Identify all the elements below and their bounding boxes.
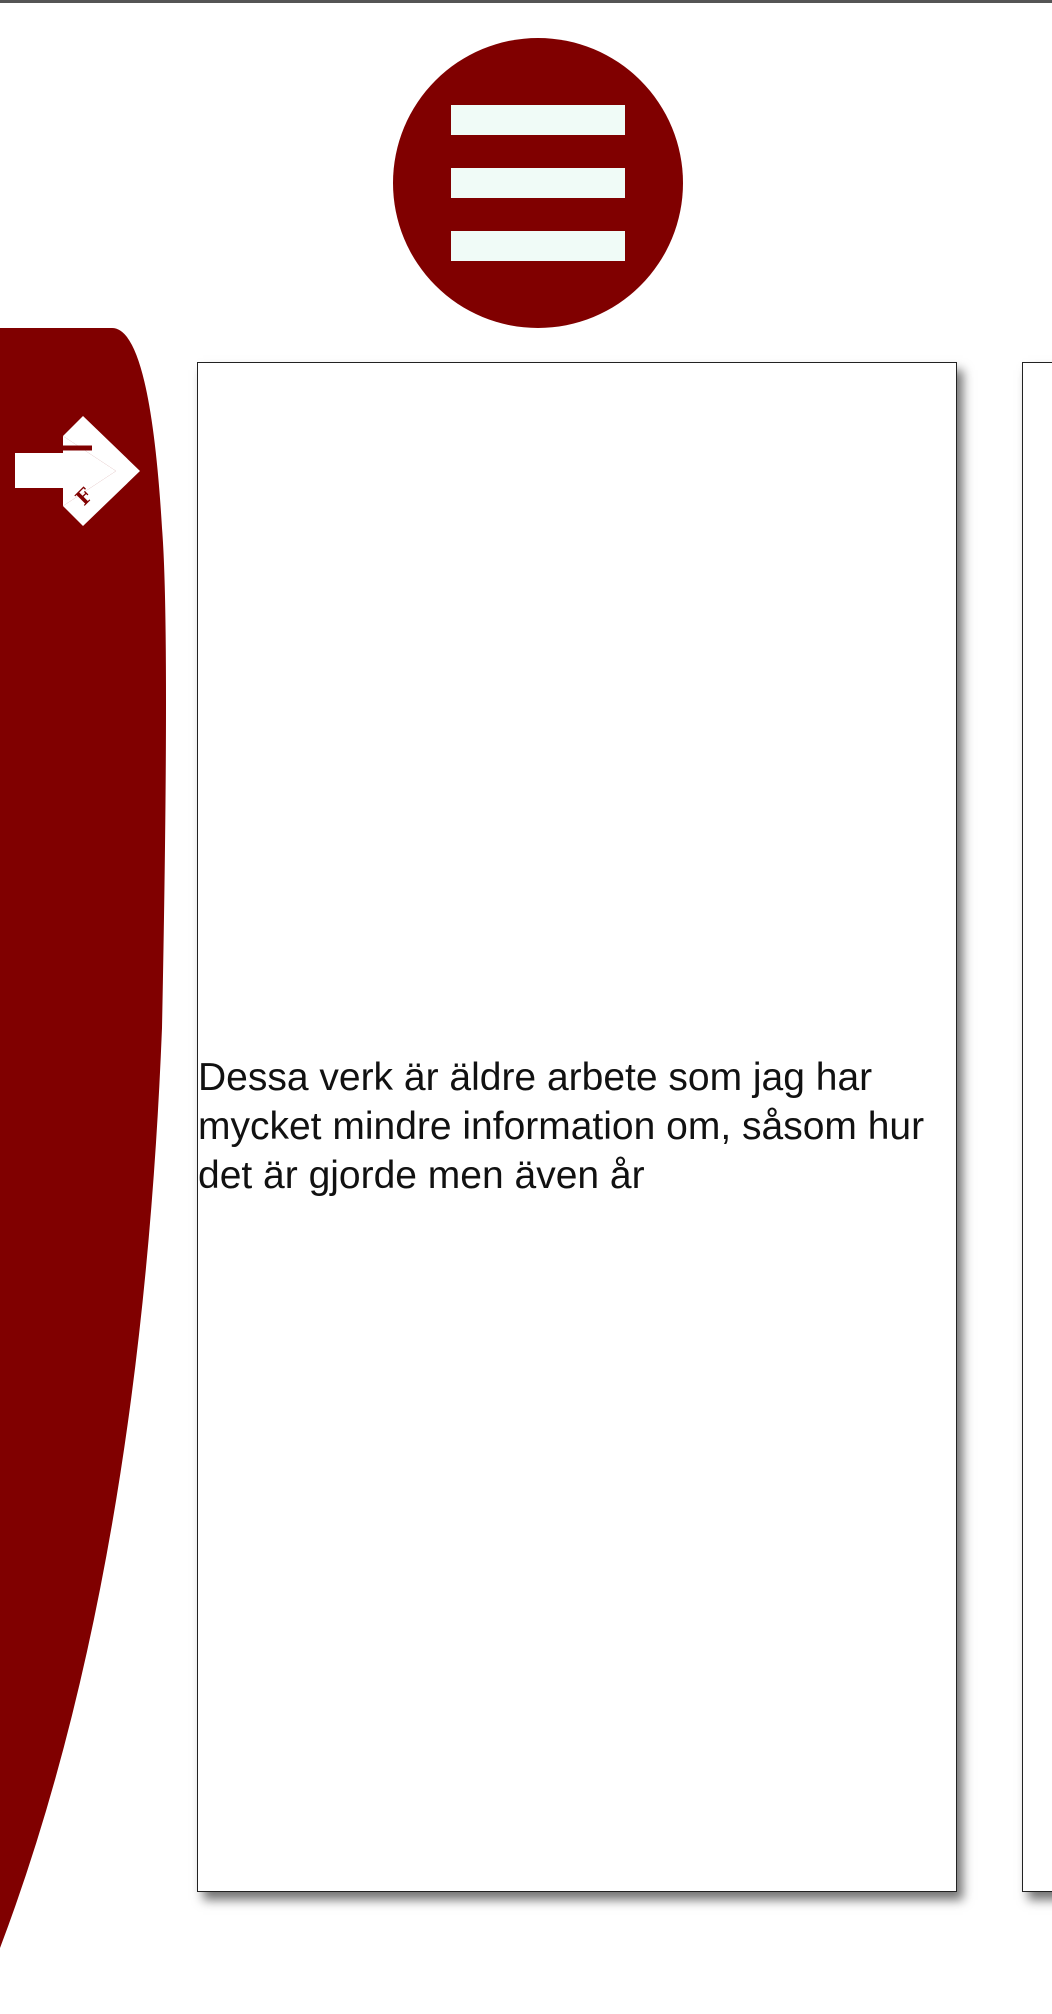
top-divider [0,0,1052,3]
menu-button[interactable] [393,38,683,328]
arrow-right-icon[interactable]: F [12,412,148,530]
menu-bar-middle [451,168,625,198]
side-panel-shape [0,328,166,1948]
page: F Dessa verk är äldre arbete som jag har… [0,0,1052,2014]
menu-bar-bottom [451,231,625,261]
card-description: Dessa verk är äldre arbete som jag har m… [198,1056,925,1197]
side-panel [0,328,170,2008]
artwork-card-next[interactable] [1022,362,1052,1892]
menu-bar-top [451,105,625,135]
artwork-card[interactable]: Dessa verk är äldre arbete som jag har m… [197,362,957,1892]
